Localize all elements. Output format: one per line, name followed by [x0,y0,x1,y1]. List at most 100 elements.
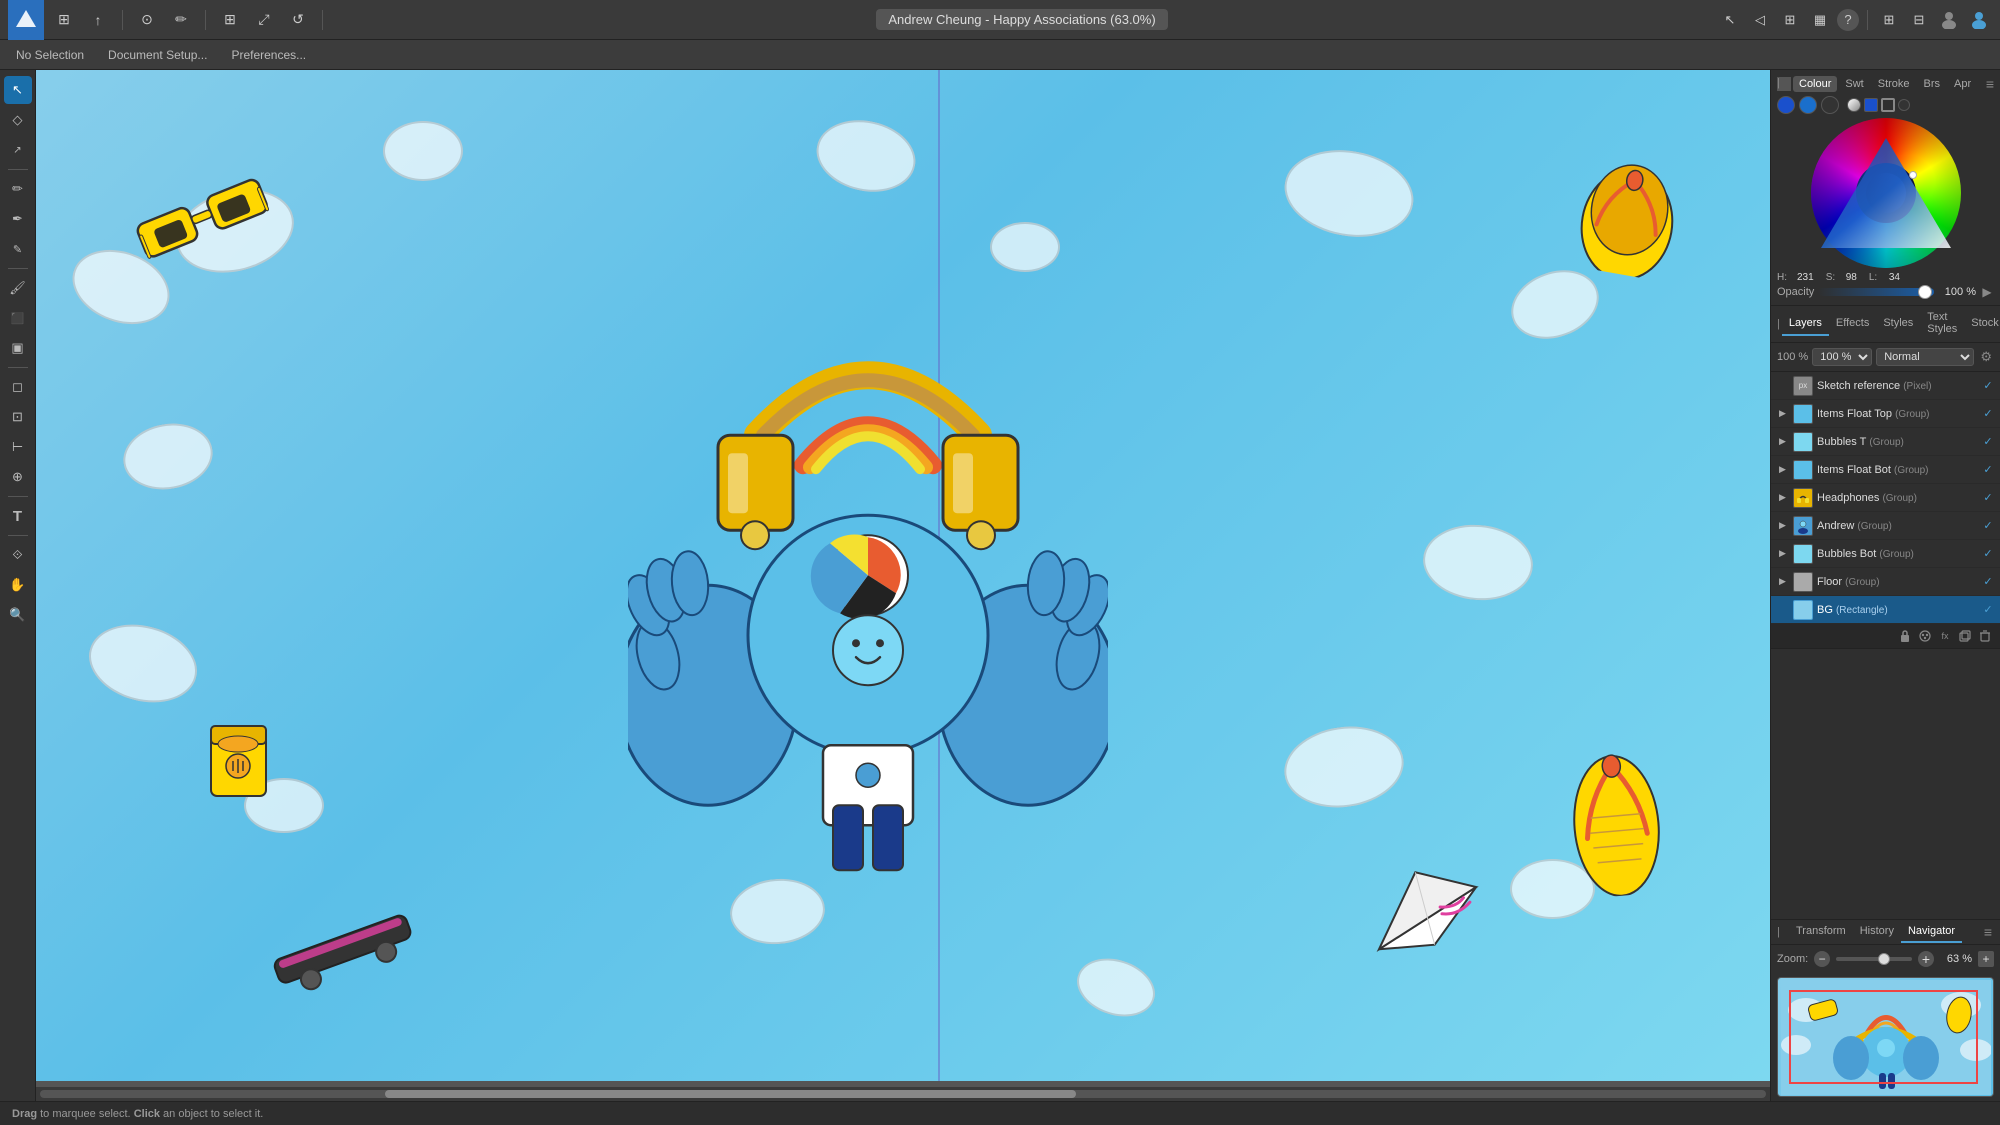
zoom-slider[interactable] [1836,957,1912,961]
tool-measure[interactable]: ⊢ [4,433,32,461]
layer-settings-icon[interactable]: ⚙ [1978,347,1994,367]
layer-visible-float-bot[interactable]: ✓ [1980,462,1996,478]
toolbar-back-icon[interactable]: ◁ [1747,7,1773,33]
zoom-expand-btn[interactable]: + [1978,951,1994,967]
tool-freehand[interactable]: ✏ [4,175,32,203]
preferences-btn[interactable]: Preferences... [225,46,312,64]
fill-color-preview[interactable] [1864,98,1878,112]
stroke-color-preview[interactable] [1881,98,1895,112]
toolbar-person1-icon[interactable] [1936,7,1962,33]
color-wheel-container[interactable] [1777,118,1994,268]
tool-crop[interactable]: ⊡ [4,403,32,431]
navigator-thumbnail[interactable] [1777,977,1994,1097]
layer-palette-icon[interactable] [1916,627,1934,645]
tab-transform[interactable]: Transform [1789,921,1853,943]
tool-erase[interactable]: ◻ [4,373,32,401]
tool-fill[interactable]: ⬛ [4,304,32,332]
layer-arrow-bubbles-bot[interactable]: ▶ [1779,548,1789,559]
tab-navigator[interactable]: Navigator [1901,921,1962,943]
bottom-panel-menu[interactable]: ≡ [1980,920,1996,944]
tool-node[interactable]: ◇ [4,106,32,134]
color-swatch-blue[interactable] [1777,96,1795,114]
tab-layers[interactable]: Layers [1782,312,1829,336]
layer-visible-floor[interactable]: ✓ [1980,574,1996,590]
layer-lock-icon[interactable] [1896,627,1914,645]
zoom-minus-btn[interactable]: − [1814,951,1830,967]
layer-visible-sketch[interactable]: ✓ [1980,378,1996,394]
tool-hand[interactable]: ✋ [4,571,32,599]
tool-gradient[interactable]: ▣ [4,334,32,362]
layer-item-float-bot[interactable]: ▶ Items Float Bot (Group) ✓ [1771,456,2000,484]
layer-item-bg[interactable]: BG (Rectangle) ✓ [1771,596,2000,624]
color-wheel-cursor[interactable] [1909,171,1917,179]
layer-visible-bg[interactable]: ✓ [1980,602,1996,618]
layer-item-bubbles-t[interactable]: ▶ Bubbles T (Group) ✓ [1771,428,2000,456]
tool-text[interactable]: T [4,502,32,530]
layer-visible-headphones[interactable]: ✓ [1980,490,1996,506]
toolbar-question-icon[interactable]: ? [1837,9,1859,31]
tool-zoom2[interactable]: 🔍 [4,601,32,629]
document-setup-btn[interactable]: Document Setup... [102,46,213,64]
layer-visible-bubbles-t[interactable]: ✓ [1980,434,1996,450]
layer-arrow-headphones[interactable]: ▶ [1779,492,1789,503]
tool-subselect[interactable]: ↗ [4,136,32,164]
layer-item-headphones[interactable]: ▶ Headphones (Group) ✓ [1771,484,2000,512]
tool-pencil[interactable]: ✎ [4,235,32,263]
color-dark-swatch[interactable] [1898,99,1910,111]
toolbar-table-icon[interactable]: ⊞ [1777,7,1803,33]
color-swatch-blue2[interactable] [1799,96,1817,114]
tab-stock[interactable]: Stock [1964,312,2000,336]
layer-item-bubbles-bot[interactable]: ▶ Bubbles Bot (Group) ✓ [1771,540,2000,568]
layer-delete-icon[interactable] [1976,627,1994,645]
layer-arrow-bubbles-t[interactable]: ▶ [1779,436,1789,447]
tab-text-styles[interactable]: Text Styles [1920,306,1964,342]
layer-opacity-select[interactable]: 100 % 75 % 50 % [1812,348,1872,366]
layer-item-andrew[interactable]: ▶ Andrew (Group) ✓ [1771,512,2000,540]
opacity-expand-icon[interactable]: ▶ [1980,285,1994,299]
opacity-slider[interactable] [1818,288,1934,296]
layers-panel-pin[interactable]: | [1775,314,1782,334]
tab-stroke[interactable]: Stroke [1872,76,1916,92]
panel-menu-icon[interactable]: ≡ [1986,76,1994,92]
bottom-panel-pin[interactable]: | [1775,922,1789,942]
scroll-thumb[interactable] [385,1090,1075,1098]
layer-copy-icon[interactable] [1956,627,1974,645]
document-title[interactable]: Andrew Cheung - Happy Associations (63.0… [876,9,1167,30]
tool-paint[interactable]: 🖌 [4,274,32,302]
toolbar-share-icon[interactable]: ↑ [84,6,112,34]
layer-arrow-float-bot[interactable]: ▶ [1779,464,1789,475]
tab-effects[interactable]: Effects [1829,312,1876,336]
layer-item-float-top[interactable]: ▶ Items Float Top (Group) ✓ [1771,400,2000,428]
toolbar-person2-icon[interactable] [1966,7,1992,33]
scroll-track[interactable] [40,1090,1766,1098]
tool-pointer[interactable]: ↖ [4,76,32,104]
layer-arrow-float-top[interactable]: ▶ [1779,408,1789,419]
canvas-scrollbar[interactable] [36,1087,1770,1101]
toolbar-grid-icon[interactable]: ⊞ [50,6,78,34]
tool-pen[interactable]: ✒ [4,205,32,233]
zoom-plus-btn[interactable]: + [1918,951,1934,967]
tab-apr[interactable]: Apr [1948,76,1977,92]
layer-visible-andrew[interactable]: ✓ [1980,518,1996,534]
toolbar-camera-icon[interactable]: ⊙ [133,6,161,34]
layer-item-floor[interactable]: ▶ Floor (Group) ✓ [1771,568,2000,596]
toolbar-grid3-icon[interactable]: ⊞ [1876,7,1902,33]
toolbar-pointer-icon[interactable]: ↖ [1717,7,1743,33]
tab-swt[interactable]: Swt [1839,76,1869,92]
layer-blend-select[interactable]: Normal Multiply Screen Overlay [1876,348,1974,366]
no-selection-btn[interactable]: No Selection [10,46,90,64]
tool-zoom[interactable]: ⊕ [4,463,32,491]
toolbar-brush-icon[interactable]: ✏ [167,6,195,34]
color-wheel[interactable] [1811,118,1961,268]
opacity-slider-thumb[interactable] [1918,285,1932,299]
zoom-slider-thumb[interactable] [1878,953,1890,965]
tab-brs[interactable]: Brs [1918,76,1947,92]
toolbar-grid2-icon[interactable]: ⊞ [216,6,244,34]
layer-fx-icon[interactable]: fx [1936,627,1954,645]
tab-colour[interactable]: Colour [1793,76,1837,92]
tool-blend[interactable]: ⟐ [4,541,32,569]
layer-arrow-floor[interactable]: ▶ [1779,576,1789,587]
tab-styles[interactable]: Styles [1876,312,1920,336]
canvas-area[interactable] [36,70,1770,1101]
layer-arrow-andrew[interactable]: ▶ [1779,520,1789,531]
